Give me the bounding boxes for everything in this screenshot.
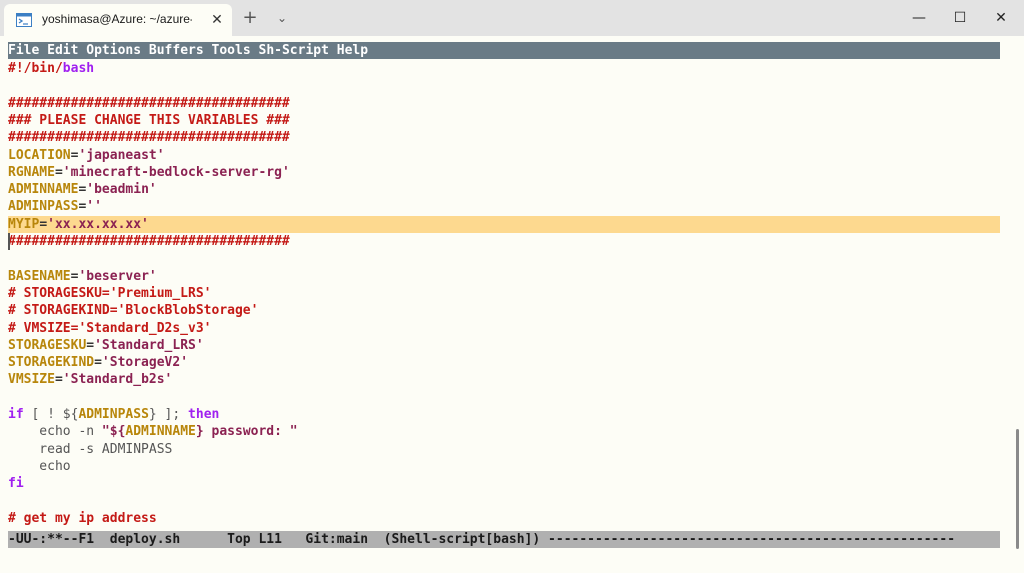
code-token: #!/bin/: [8, 61, 63, 76]
menu-item-edit[interactable]: Edit: [47, 43, 78, 58]
code-line[interactable]: LOCATION='japaneast': [8, 147, 1000, 164]
code-line[interactable]: read -s ADMINPASS: [8, 441, 1000, 458]
code-line[interactable]: [8, 493, 1000, 510]
menu-item-options[interactable]: Options: [86, 43, 141, 58]
code-line[interactable]: fi: [8, 475, 1000, 492]
code-line[interactable]: #!/bin/bash: [8, 60, 1000, 77]
code-token: 'japaneast': [78, 147, 165, 163]
plus-icon[interactable]: +: [240, 8, 260, 28]
code-line[interactable]: VMSIZE='Standard_b2s': [8, 371, 1000, 388]
menu-item-sh-script[interactable]: Sh-Script: [259, 43, 329, 58]
code-token: RGNAME: [8, 164, 55, 180]
code-line[interactable]: echo -n "${ADMINNAME} password: ": [8, 423, 1000, 440]
code-line[interactable]: STORAGESKU='Standard_LRS': [8, 337, 1000, 354]
code-token: # STORAGESKU='Premium_LRS': [8, 285, 212, 301]
tab-title: yoshimasa@Azure: ~/azure-mir: [42, 12, 192, 26]
code-token: 'beadmin': [86, 182, 157, 198]
text-cursor: [8, 233, 10, 250]
code-line[interactable]: ####################################: [8, 95, 1000, 112]
menu-item-file[interactable]: File: [8, 43, 39, 58]
code-line[interactable]: ### PLEASE CHANGE THIS VARIABLES ###: [8, 112, 1000, 129]
code-line[interactable]: # VMSIZE='Standard_D2s_v3': [8, 320, 1000, 337]
code-token: ### PLEASE CHANGE THIS VARIABLES ###: [8, 112, 290, 128]
code-line[interactable]: echo: [8, 458, 1000, 475]
code-token: =: [39, 216, 48, 232]
code-token: ADMINPASS: [8, 199, 79, 215]
code-token: =: [54, 164, 63, 180]
code-token: if: [8, 407, 24, 422]
terminal-icon: [16, 13, 32, 27]
code-token: ADMINNAME: [125, 424, 196, 440]
code-line[interactable]: [8, 389, 1000, 406]
minimize-icon[interactable]: —: [896, 0, 942, 36]
close-window-icon[interactable]: ✕: [978, 0, 1024, 36]
close-icon[interactable]: ✕: [208, 10, 226, 28]
emacs-menubar: File Edit Options Buffers Tools Sh-Scrip…: [8, 42, 1000, 59]
code-token: =: [86, 337, 95, 353]
code-line[interactable]: RGNAME='minecraft-bedlock-server-rg': [8, 164, 1000, 181]
code-line[interactable]: # STORAGESKU='Premium_LRS': [8, 285, 1000, 302]
code-line[interactable]: STORAGEKIND='StorageV2': [8, 354, 1000, 371]
code-token: # STORAGEKIND='BlockBlobStorage': [8, 303, 259, 319]
code-line[interactable]: ####################################: [8, 233, 1000, 250]
code-token: fi: [8, 476, 24, 492]
code-token: 'minecraft-bedlock-server-rg': [62, 164, 290, 180]
maximize-icon[interactable]: ☐: [937, 0, 983, 36]
code-line[interactable]: MYIP='xx.xx.xx.xx': [8, 215, 1000, 233]
code-token: # VMSIZE='Standard_D2s_v3': [8, 320, 212, 336]
code-token: 'Standard_b2s': [62, 372, 173, 388]
menu-item-help[interactable]: Help: [337, 43, 368, 58]
terminal-area[interactable]: File Edit Options Buffers Tools Sh-Scrip…: [0, 36, 1024, 573]
code-token: ####################################: [8, 130, 290, 146]
code-token: ADMINPASS: [78, 407, 149, 422]
code-line[interactable]: # STORAGEKIND='BlockBlobStorage': [8, 302, 1000, 319]
code-token: STORAGEKIND: [8, 355, 95, 371]
code-token: =: [94, 355, 102, 371]
code-token: ADMINNAME: [8, 182, 79, 198]
code-line[interactable]: [8, 77, 1000, 94]
mode-line: -UU-:**--F1 deploy.sh Top L11 Git:main (…: [8, 531, 1000, 548]
code-token: MYIP: [8, 216, 40, 232]
code-token: then: [188, 407, 220, 422]
code-token: echo -n: [8, 424, 102, 440]
code-line[interactable]: ####################################: [8, 129, 1000, 146]
title-bar: yoshimasa@Azure: ~/azure-mir ✕ + ⌄ — ☐ ✕: [0, 0, 1024, 36]
chevron-down-icon[interactable]: ⌄: [272, 8, 292, 28]
code-token: [ ! ${: [23, 407, 79, 422]
code-token: =: [54, 372, 63, 388]
code-token: 'StorageV2': [101, 355, 189, 371]
code-token: STORAGESKU: [8, 337, 87, 353]
code-line[interactable]: ADMINNAME='beadmin': [8, 181, 1000, 198]
code-token: } password: ": [195, 424, 298, 440]
code-line[interactable]: [8, 250, 1000, 267]
menu-item-tools[interactable]: Tools: [212, 43, 251, 58]
code-token: BASENAME: [8, 268, 71, 284]
code-token: echo: [8, 458, 71, 474]
code-token: # get my ip address: [8, 510, 157, 526]
code-token: read -s ADMINPASS: [8, 441, 173, 457]
code-token: VMSIZE: [8, 372, 55, 388]
code-token: LOCATION: [8, 147, 71, 163]
scrollbar[interactable]: [1016, 429, 1019, 549]
code-line[interactable]: ADMINPASS='': [8, 198, 1000, 215]
code-token: 'beserver': [78, 268, 157, 284]
code-line[interactable]: # get my ip address: [8, 510, 1000, 527]
terminal-tab[interactable]: yoshimasa@Azure: ~/azure-mir ✕: [4, 4, 232, 36]
code-token: bash: [62, 61, 95, 76]
code-token: 'xx.xx.xx.xx': [47, 216, 149, 232]
code-token: ####################################: [8, 234, 290, 249]
code-token: '': [86, 199, 102, 215]
menu-item-buffers[interactable]: Buffers: [149, 43, 204, 58]
code-token: 'Standard_LRS': [94, 337, 204, 353]
code-token: } ];: [148, 407, 189, 422]
code-line[interactable]: if [ ! ${ADMINPASS} ]; then: [8, 406, 1000, 423]
code-token: ####################################: [8, 95, 290, 111]
code-token: "${: [101, 424, 126, 440]
code-line[interactable]: BASENAME='beserver': [8, 268, 1000, 285]
